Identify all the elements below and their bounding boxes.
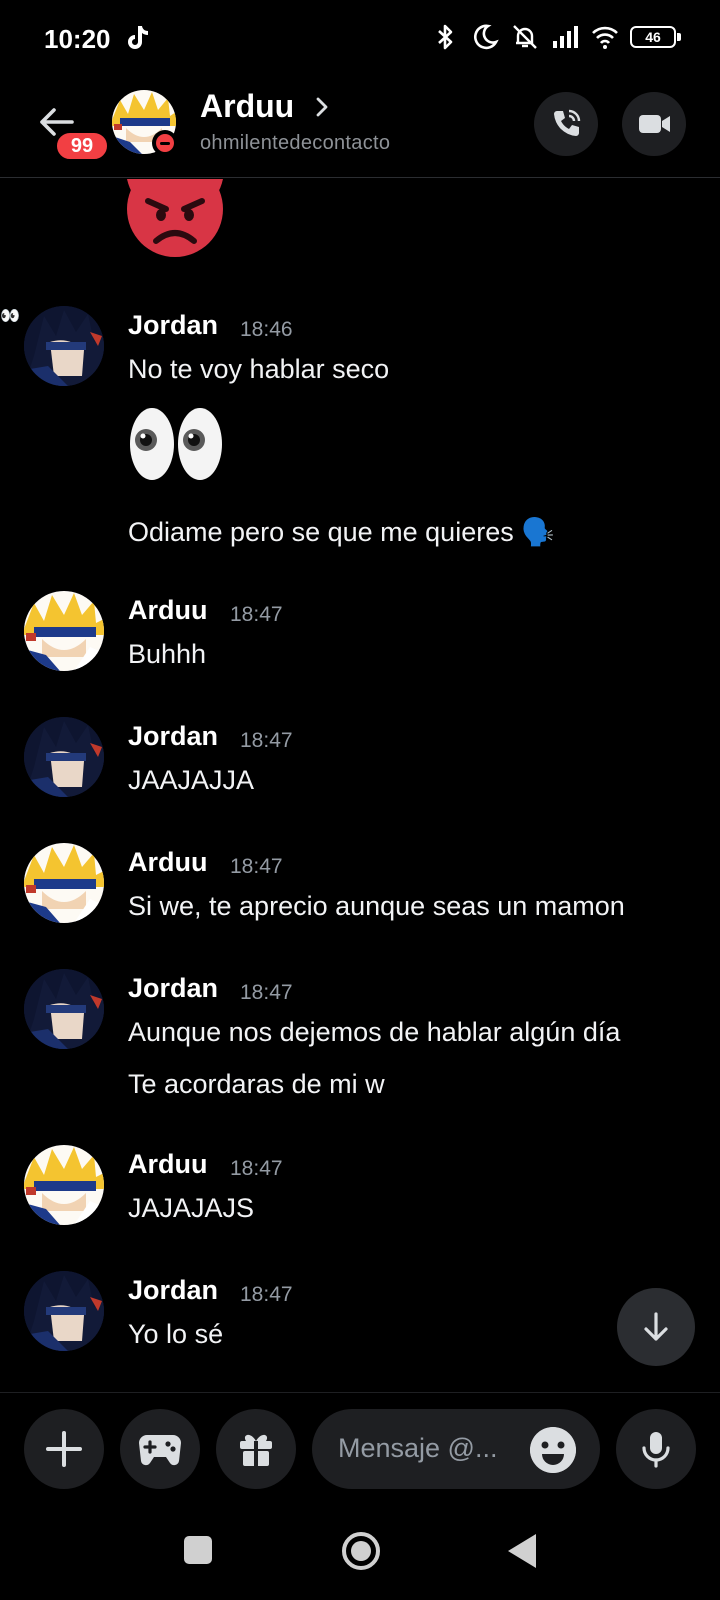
system-navigation-bar <box>0 1502 720 1600</box>
gift-button[interactable] <box>216 1409 296 1489</box>
phone-call-icon <box>554 109 581 136</box>
chat-header: 99 Arduu ohmilentedecontacto <box>0 78 720 178</box>
battery-icon: 46 <box>630 26 681 48</box>
message-author[interactable]: Jordan <box>128 310 218 341</box>
voice-call-button[interactable] <box>534 92 598 156</box>
header-username: ohmilentedecontacto <box>200 132 391 154</box>
angry-face-emoji <box>127 179 223 257</box>
avatar[interactable] <box>24 591 104 671</box>
activities-button[interactable] <box>120 1409 200 1489</box>
gift-icon <box>240 1434 272 1466</box>
avatar[interactable] <box>24 1271 104 1351</box>
status-icons: 46 <box>430 22 681 52</box>
voice-message-button[interactable] <box>616 1409 696 1489</box>
avatar[interactable] <box>24 1145 104 1225</box>
tiktok-icon <box>128 26 148 49</box>
header-title[interactable]: Arduu <box>200 88 294 125</box>
message-timestamp: 18:47 <box>230 1157 283 1180</box>
battery-level: 46 <box>645 29 661 45</box>
message-text: JAAJAJJA <box>128 765 255 795</box>
status-time: 10:20 <box>44 24 111 54</box>
mute-icon <box>513 25 537 49</box>
video-call-button[interactable] <box>622 92 686 156</box>
message-timestamp: 18:47 <box>240 729 293 752</box>
message-timestamp: 18:46 <box>240 318 293 341</box>
attach-button[interactable] <box>24 1409 104 1489</box>
message-text: Odiame pero se que me quieres 🗣️ <box>128 516 555 548</box>
bluetooth-icon <box>438 24 453 50</box>
message-timestamp: 18:47 <box>240 1283 293 1306</box>
gamepad-icon <box>139 1435 181 1466</box>
message-timestamp: 18:47 <box>230 855 283 878</box>
avatar[interactable] <box>24 969 104 1049</box>
avatar[interactable] <box>24 843 104 923</box>
avatar[interactable] <box>24 717 104 797</box>
home-icon[interactable] <box>342 1532 380 1570</box>
message-author[interactable]: Arduu <box>128 847 207 878</box>
message-text: JAJAJAJS <box>128 1193 255 1223</box>
status-bar: 10:20 46 <box>0 0 720 78</box>
message-composer: Mensaje @... <box>0 1392 720 1502</box>
moon-icon <box>473 24 499 50</box>
message-author[interactable]: Jordan <box>128 973 218 1004</box>
message-text: Buhhh <box>128 639 207 669</box>
message-timestamp: 18:47 <box>240 981 293 1004</box>
message-author[interactable]: Arduu <box>128 595 207 626</box>
message-group[interactable]: Jordan 18:46 No te voy hablar seco 👀 Odi… <box>0 306 720 547</box>
video-camera-icon <box>639 115 670 133</box>
dnd-status-icon <box>152 130 178 156</box>
unread-badge: 99 <box>54 130 110 162</box>
emoji-icon[interactable] <box>530 1427 576 1473</box>
eyes-emoji <box>130 408 222 480</box>
message-author[interactable]: Jordan <box>128 721 218 752</box>
wifi-icon <box>592 26 618 49</box>
message-author[interactable]: Arduu <box>128 1149 207 1180</box>
message-input[interactable]: Mensaje @... <box>312 1409 600 1489</box>
message-text: Yo lo sé <box>128 1319 224 1349</box>
message-author[interactable]: Jordan <box>128 1275 218 1306</box>
message-input-placeholder: Mensaje @... <box>338 1433 498 1463</box>
arrow-down-icon <box>644 1312 668 1341</box>
recent-apps-icon[interactable] <box>184 1536 212 1564</box>
chevron-right-icon[interactable] <box>312 94 332 120</box>
message-text: Si we, te aprecio aunque seas un mamon <box>128 891 625 921</box>
microphone-icon <box>642 1432 670 1468</box>
message-list[interactable]: Jordan 18:46 No te voy hablar seco 👀 Odi… <box>0 179 720 1391</box>
message-text-content: Odiame pero se que me quieres 🗣️ <box>128 517 555 547</box>
avatar[interactable] <box>24 306 104 386</box>
message-text: Aunque nos dejemos de hablar algún día <box>128 1017 621 1047</box>
message-text: No te voy hablar seco <box>128 354 390 384</box>
message-timestamp: 18:47 <box>230 603 283 626</box>
plus-icon <box>46 1431 82 1467</box>
message-text: Te acordaras de mi w <box>128 1069 385 1099</box>
signal-icon <box>553 26 578 48</box>
system-back-icon[interactable] <box>508 1534 536 1568</box>
jump-to-bottom-button[interactable] <box>617 1288 695 1366</box>
